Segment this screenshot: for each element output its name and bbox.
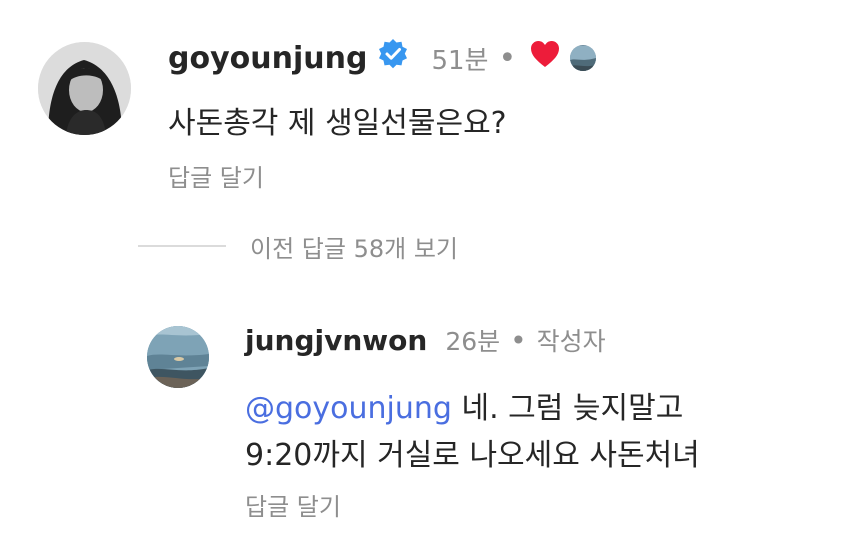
separator-dot: • [510,323,527,357]
comment-header: goyounjung 51분 • [168,38,597,78]
reply-header: jungjvnwon 26분 • 작성자 [245,320,606,360]
reply-text: 네. 그럼 늦지말고 [451,391,684,426]
commenter-avatar[interactable] [38,42,131,135]
divider-line [138,245,226,247]
verified-badge-icon [377,38,409,78]
author-tag: 작성자 [536,327,606,356]
reply-button[interactable]: 답글 달기 [245,487,341,522]
reply-text-line-2: 9:20까지 거실로 나오세요 사돈처녀 [245,438,700,473]
separator-dot: • [498,40,517,76]
reply-time: 26분 [445,327,501,356]
view-previous-replies-label[interactable]: 이전 답글 58개 보기 [250,229,458,264]
portrait-image [38,42,131,135]
sea-photo-image [147,326,209,388]
username[interactable]: goyounjung [168,41,367,76]
reply-commenter-avatar[interactable] [147,326,209,388]
reply-text-line-1: @goyounjung 네. 그럼 늦지말고 [245,383,683,427]
reply-button[interactable]: 답글 달기 [168,158,264,193]
comment-text: 사돈총각 제 생일선물은요? [168,106,507,141]
reply-username[interactable]: jungjvnwon [245,324,427,357]
view-previous-replies[interactable]: 이전 답글 58개 보기 [138,228,458,264]
comments-screen: goyounjung 51분 • 사돈총각 제 생일선물은요? 답글 달기 이전… [0,0,850,538]
comment-time: 51분 [431,45,489,76]
heart-icon[interactable] [530,40,560,76]
author-like-avatar [570,45,597,71]
mention-link[interactable]: @goyounjung [245,391,452,426]
